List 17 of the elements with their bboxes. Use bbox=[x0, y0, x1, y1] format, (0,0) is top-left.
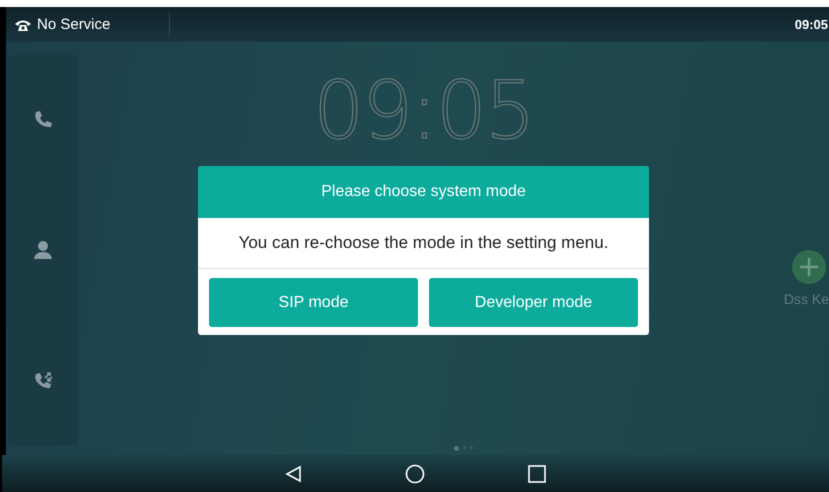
dialog-title: Please choose system mode bbox=[198, 166, 649, 218]
home-icon[interactable] bbox=[405, 464, 425, 484]
page-dot[interactable] bbox=[454, 446, 459, 451]
dss-key-label: Dss Ke bbox=[784, 291, 829, 307]
account-status: No Service bbox=[37, 16, 110, 33]
mode-button[interactable]: SIP mode bbox=[209, 278, 418, 327]
status-time: 09:05 bbox=[794, 17, 829, 32]
dialog-message: You can re-choose the mode in the setting menu. bbox=[198, 218, 649, 269]
recents-icon[interactable] bbox=[528, 464, 546, 482]
mode-button[interactable]: Developer mode bbox=[429, 278, 638, 327]
person-icon[interactable] bbox=[33, 240, 53, 260]
telephone-icon bbox=[14, 18, 32, 32]
plus-icon[interactable] bbox=[791, 249, 827, 285]
clock-time: 09:05 bbox=[313, 71, 534, 151]
back-icon[interactable] bbox=[285, 464, 302, 482]
phone-icon[interactable] bbox=[33, 110, 53, 130]
phone-arrows-icon[interactable] bbox=[33, 370, 53, 390]
